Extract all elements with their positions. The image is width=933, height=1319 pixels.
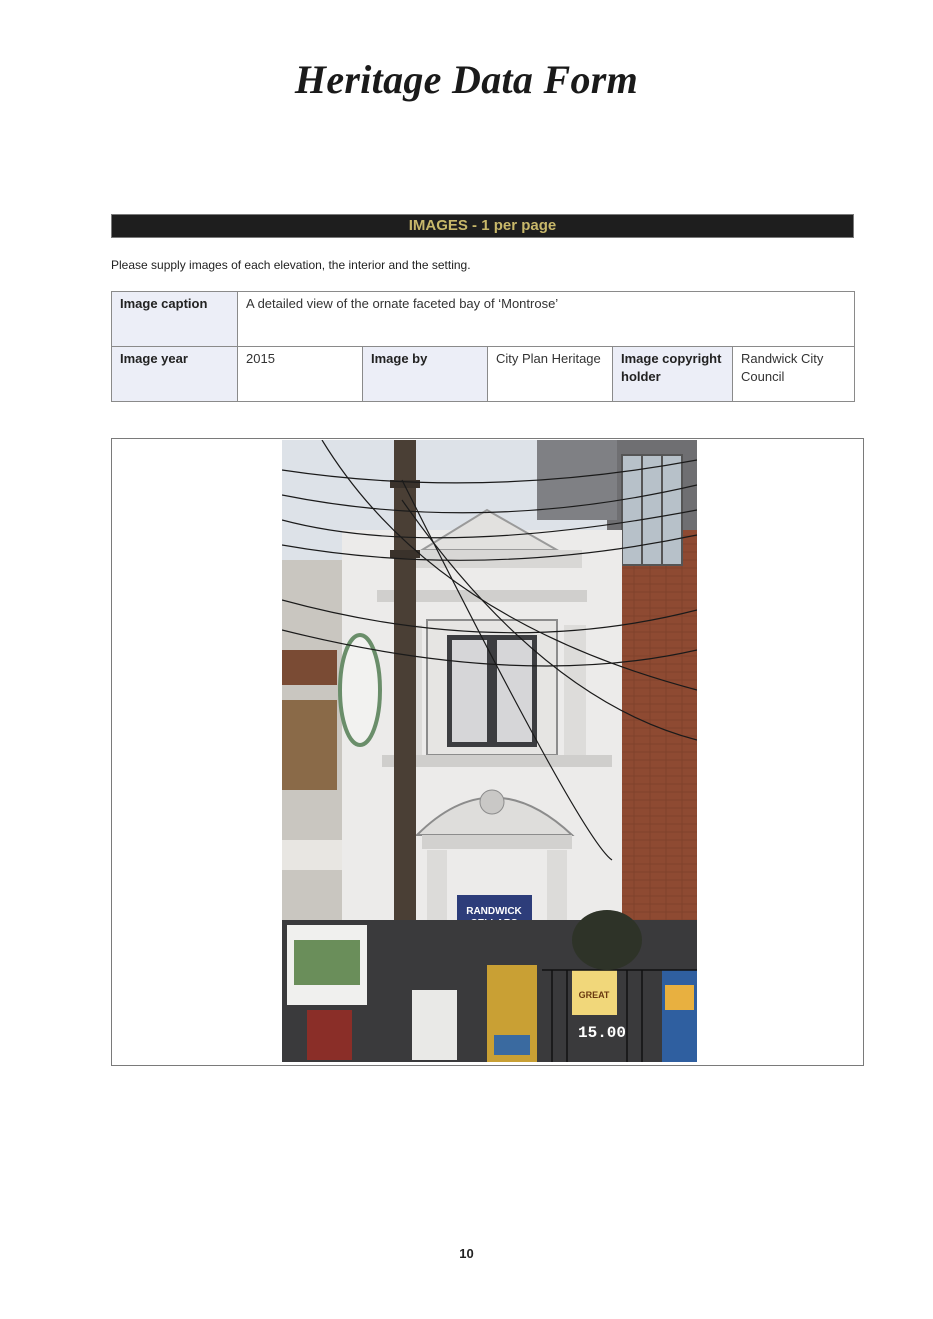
image-by-label: Image by [362,346,488,402]
page-number: 10 [459,1246,474,1261]
image-year-value: 2015 [237,346,363,402]
table-row: Image year 2015 Image by City Plan Herit… [111,346,856,402]
image-by-value: City Plan Heritage [487,346,613,402]
table-row: Image caption A detailed view of the orn… [111,291,856,347]
image-caption-label: Image caption [111,291,238,347]
image-caption-value: A detailed view of the ornate faceted ba… [236,291,856,347]
building-photo-illustration: RANDWICK CELLARS [282,440,697,1062]
document-title: Heritage Data Form [294,57,639,102]
image-details-table: Image caption A detailed view of the orn… [111,291,856,402]
shop-sign-line1: RANDWICK [466,906,522,917]
price-sign: 15.00 [578,1024,626,1042]
photo-frame: RANDWICK CELLARS [111,438,864,1066]
building-photo: RANDWICK CELLARS [282,440,697,1062]
images-section-heading: IMAGES - 1 per page [111,214,854,238]
image-copyright-label: Image copyright holder [612,346,733,402]
image-year-label: Image year [111,346,238,402]
poster-text: GREAT [579,990,610,1000]
image-copyright-value: Randwick City Council [731,346,856,402]
images-instruction: Please supply images of each elevation, … [111,258,471,272]
